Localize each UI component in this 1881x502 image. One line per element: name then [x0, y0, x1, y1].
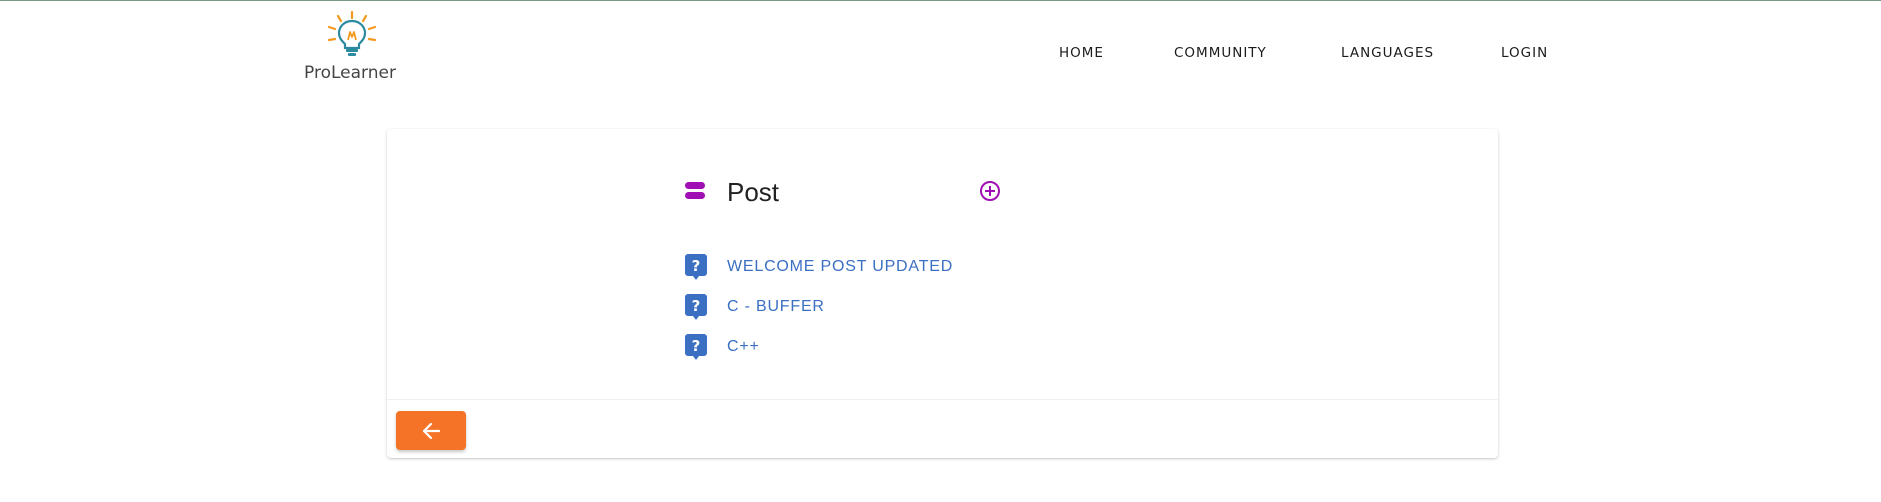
top-border	[0, 0, 1881, 1]
card-footer-divider	[387, 399, 1498, 400]
question-icon: ?	[685, 334, 707, 360]
plus-circle-icon[interactable]	[979, 180, 1001, 202]
post-title-link[interactable]: WELCOME POST UPDATED	[727, 258, 953, 276]
svg-text:?: ?	[692, 297, 701, 315]
arrow-left-icon	[422, 422, 441, 440]
nav-languages[interactable]: LANGUAGES	[1341, 45, 1434, 61]
back-button[interactable]	[396, 411, 466, 450]
post-title-link[interactable]: C - BUFFER	[727, 298, 825, 316]
nav-login[interactable]: LOGIN	[1501, 45, 1548, 61]
list-icon	[685, 182, 705, 199]
top-nav: HOME COMMUNITY LANGUAGES LOGIN	[0, 45, 1881, 67]
nav-home[interactable]: HOME	[1059, 45, 1104, 61]
question-icon: ?	[685, 294, 707, 320]
post-title-link[interactable]: C++	[727, 338, 760, 356]
page-title: Post	[727, 177, 780, 207]
nav-community[interactable]: COMMUNITY	[1174, 45, 1267, 61]
post-card: Post ? WELCOME POST UPDATED ? C - BUFFER…	[387, 129, 1498, 458]
svg-text:?: ?	[692, 257, 701, 275]
question-icon: ?	[685, 254, 707, 280]
svg-text:?: ?	[692, 337, 701, 355]
